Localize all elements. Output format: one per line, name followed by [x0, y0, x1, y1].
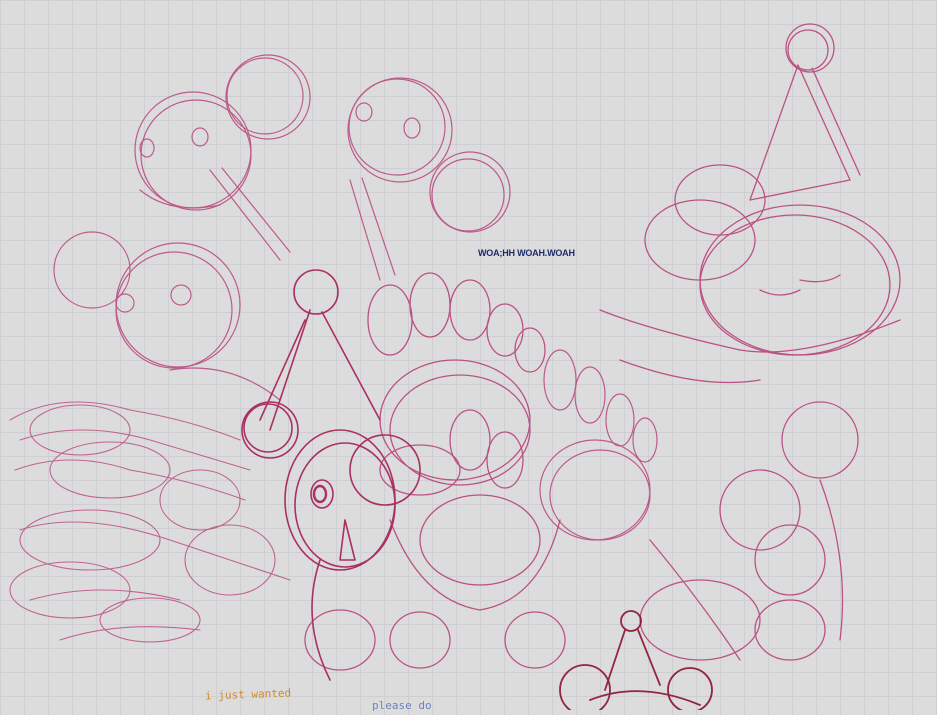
hands-sketch-center [304, 272, 566, 671]
blue-note: please do [372, 699, 432, 712]
hands-sketch-left [9, 401, 291, 643]
drawing-canvas[interactable] [0, 0, 937, 715]
party-character-right [599, 23, 901, 661]
mickey-sketch-left [53, 231, 281, 401]
party-character-bottom [559, 610, 713, 715]
handwritten-caption: WOA;HH WOAH.WOAH [478, 248, 575, 258]
mickey-sketch-top-left [134, 54, 311, 261]
hand-sketch-right-middle [539, 349, 658, 541]
party-character-center [241, 269, 421, 681]
